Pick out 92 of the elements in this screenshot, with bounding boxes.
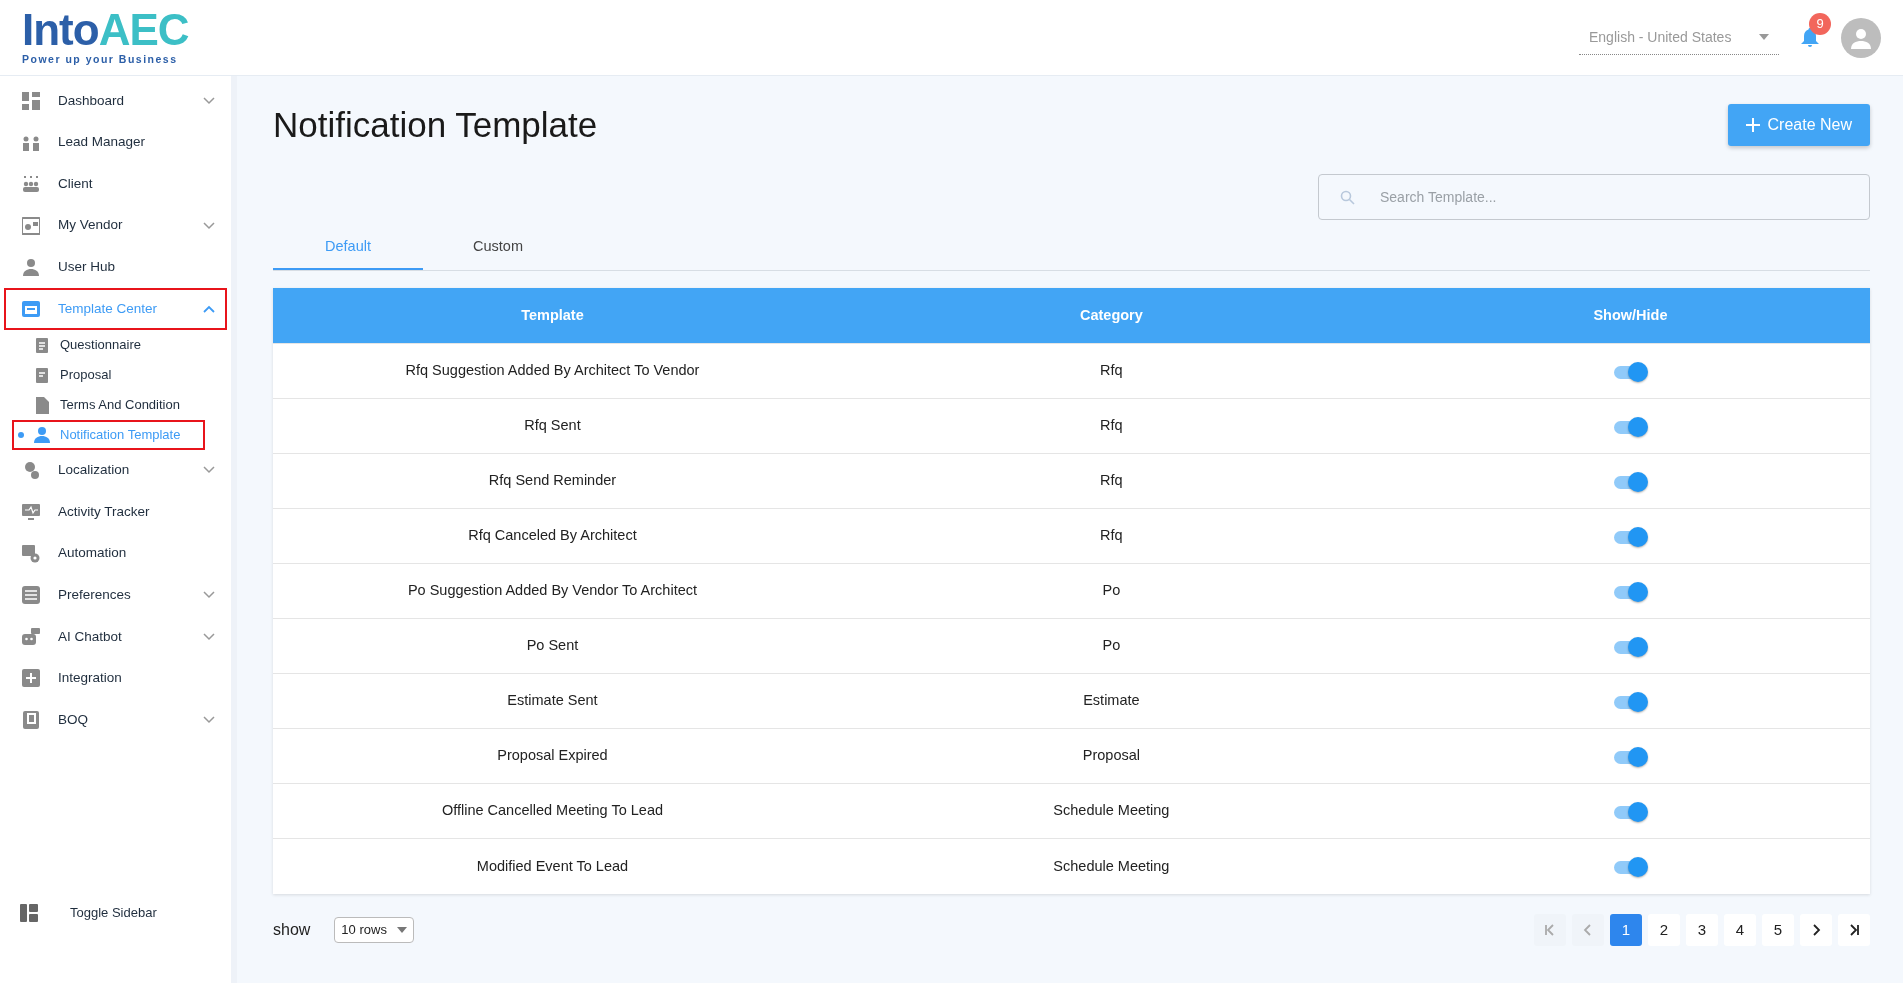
table-cell: Po xyxy=(831,618,1391,674)
user-icon xyxy=(22,258,40,277)
sidebar-item[interactable]: AI Chatbot xyxy=(4,615,227,658)
sidebar-subitem[interactable]: Questionnaire xyxy=(12,329,205,360)
page-button[interactable]: 5 xyxy=(1762,913,1794,946)
table-cell: Offline Cancelled Meeting To Lead xyxy=(273,783,832,839)
toggle-switch[interactable] xyxy=(1612,801,1649,822)
sidebar-item[interactable]: Dashboard xyxy=(4,80,227,122)
sidebar-item[interactable]: Lead Manager xyxy=(4,121,227,164)
show-label: show xyxy=(273,919,311,940)
table-cell: Rfq xyxy=(831,508,1391,564)
sidebar-item[interactable]: BOQ xyxy=(4,699,227,741)
rows-per-page-dropdown[interactable]: 10 rows xyxy=(334,917,414,943)
sidebar-item[interactable]: Activity Tracker xyxy=(4,491,227,533)
search-icon xyxy=(1340,190,1355,205)
table-cell: Rfq Send Reminder xyxy=(273,453,832,509)
toggle-switch[interactable] xyxy=(1612,691,1649,712)
table-cell: Modified Event To Lead xyxy=(273,838,832,894)
logo-text: IntoAEC xyxy=(22,4,189,54)
notification-count: 9 xyxy=(1809,12,1831,35)
caret-icon xyxy=(396,926,407,933)
avatar[interactable] xyxy=(1841,17,1881,58)
bell-icon[interactable] xyxy=(1801,28,1819,49)
table-cell: Rfq xyxy=(831,453,1391,509)
chevron-icon xyxy=(203,221,215,230)
group-icon xyxy=(22,175,40,193)
toggle-switch[interactable] xyxy=(1612,416,1649,437)
chevron-icon xyxy=(203,96,215,105)
chevron-icon xyxy=(203,304,215,313)
toggle-switch[interactable] xyxy=(1612,361,1649,382)
table-cell: Schedule Meeting xyxy=(831,838,1391,894)
document-icon xyxy=(34,395,50,414)
table-cell: Rfq xyxy=(831,398,1391,454)
table-cell: Po xyxy=(831,563,1391,619)
page-button[interactable]: 4 xyxy=(1724,913,1756,946)
sidebar-subitem[interactable]: Terms And Condition xyxy=(12,389,205,420)
layout-icon[interactable] xyxy=(20,904,38,922)
table-cell: Estimate Sent xyxy=(273,673,832,729)
toggle-switch[interactable] xyxy=(1612,581,1649,602)
sidebar-item[interactable]: Client xyxy=(4,163,227,205)
monitor-icon xyxy=(22,502,40,521)
table-cell: Po Suggestion Added By Vendor To Architect xyxy=(273,563,832,619)
table-cell: Proposal xyxy=(831,728,1391,784)
chevron-icon xyxy=(203,715,215,724)
tab[interactable]: Custom xyxy=(423,226,573,270)
table-cell: Rfq Sent xyxy=(273,398,832,454)
first-page-icon xyxy=(1543,923,1557,936)
table-cell: Rfq Canceled By Architect xyxy=(273,508,832,564)
page-button[interactable]: 3 xyxy=(1686,913,1718,946)
sidebar-item[interactable]: Preferences xyxy=(4,574,227,616)
toggle-sidebar-button[interactable]: Toggle Sidebar xyxy=(64,902,163,924)
column-header: Show/Hide xyxy=(1390,287,1870,344)
toggle-switch[interactable] xyxy=(1612,526,1649,547)
sidebar-item[interactable]: Automation xyxy=(4,532,227,575)
sidebar-item[interactable]: Integration xyxy=(4,657,227,700)
robot-icon xyxy=(22,627,40,646)
table-cell: Po Sent xyxy=(273,618,832,674)
plus-icon xyxy=(1745,118,1760,132)
user-icon xyxy=(34,425,50,444)
plus-icon xyxy=(22,669,40,688)
clipboard-icon xyxy=(34,335,50,354)
table-cell: Estimate xyxy=(831,673,1391,729)
column-header: Template xyxy=(273,287,832,344)
page-button[interactable]: 1 xyxy=(1610,913,1642,946)
table-cell: Rfq Suggestion Added By Architect To Vendor xyxy=(273,343,832,399)
sidebar-item[interactable]: User Hub xyxy=(4,246,227,288)
table-cell: Schedule Meeting xyxy=(831,783,1391,839)
logo-tagline: Power up your Business xyxy=(22,51,179,67)
sidebar-subitem[interactable]: Proposal xyxy=(12,359,205,390)
toggle-switch[interactable] xyxy=(1612,746,1649,767)
toggle-switch[interactable] xyxy=(1612,856,1649,877)
chevron-icon xyxy=(203,466,215,475)
column-header: Category xyxy=(831,287,1391,344)
document-edit-icon xyxy=(34,365,50,384)
sidebar-item[interactable]: Localization xyxy=(4,449,227,492)
next-page-button[interactable] xyxy=(1800,913,1832,946)
last-page-button[interactable] xyxy=(1838,913,1870,946)
grid-icon xyxy=(22,91,40,110)
sidebar-item[interactable]: My Vendor xyxy=(4,204,227,247)
window-icon xyxy=(22,216,40,235)
search-field[interactable]: Search Template... xyxy=(1318,174,1870,220)
table-cell: Proposal Expired xyxy=(273,728,832,784)
table-cell: Rfq xyxy=(831,343,1391,399)
toggle-switch[interactable] xyxy=(1612,471,1649,492)
toggle-switch[interactable] xyxy=(1612,636,1649,657)
template-icon xyxy=(22,299,40,318)
last-page-icon xyxy=(1847,923,1861,936)
page-button[interactable]: 2 xyxy=(1648,913,1680,946)
chevron-icon xyxy=(203,591,215,600)
chevron-icon xyxy=(203,632,215,641)
page-title: Notification Template xyxy=(273,104,598,146)
caret-icon xyxy=(1759,34,1769,40)
